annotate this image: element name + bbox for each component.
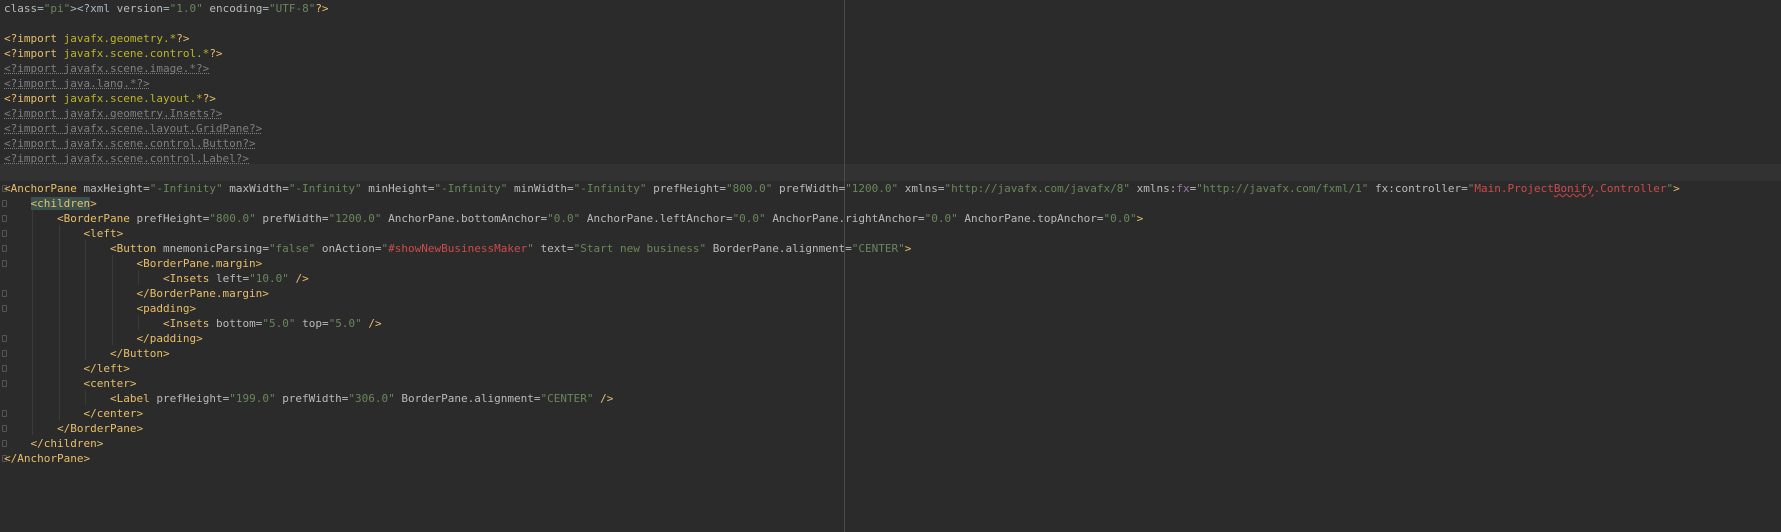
right-margin-guide — [844, 0, 845, 532]
code-line-13[interactable]: <AnchorPane maxHeight="-Infinity" maxWid… — [4, 180, 1680, 197]
code-editor[interactable]: class="pi"><?xml version="1.0" encoding=… — [0, 0, 1781, 532]
code-line-15[interactable]: <BorderPane prefHeight="800.0" prefWidth… — [4, 210, 1143, 227]
code-line-31[interactable]: </AnchorPane> — [4, 450, 90, 467]
code-line-1[interactable]: class="pi"><?xml version="1.0" encoding=… — [4, 0, 329, 17]
current-line-highlight — [0, 164, 1781, 181]
code-line-11[interactable]: <?import javafx.scene.control.Label?> — [4, 150, 249, 167]
